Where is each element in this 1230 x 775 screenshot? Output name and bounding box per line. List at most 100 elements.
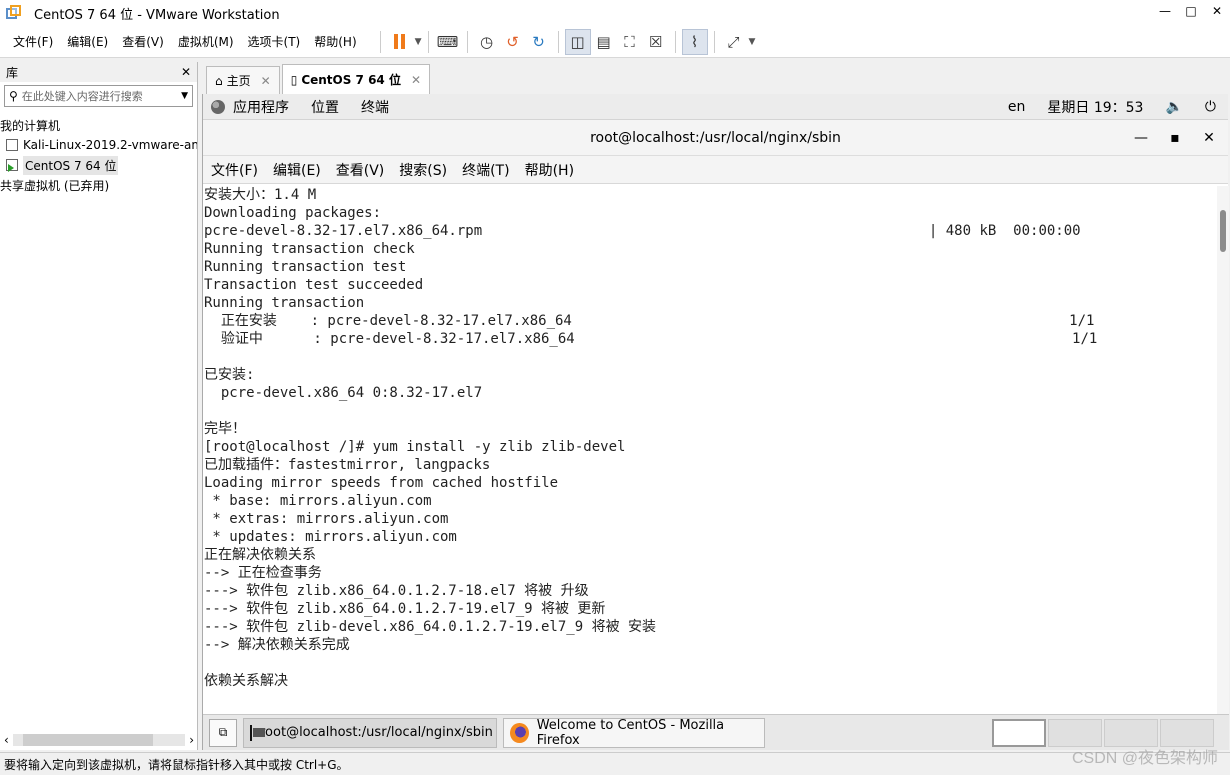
maximize-icon[interactable]: □ <box>1178 0 1204 22</box>
scroll-track[interactable] <box>12 734 186 746</box>
terminal-line: --> 解决依赖关系完成 <box>204 637 350 653</box>
pause-button[interactable] <box>387 29 413 55</box>
vm-tree: 我的计算机 Kali-Linux-2019.2-vmware-am CentOS… <box>0 115 197 195</box>
window-controls: — □ ✕ <box>1152 0 1230 22</box>
places-menu[interactable]: 位置 <box>311 97 339 117</box>
home-icon: ⌂ <box>215 73 223 88</box>
volume-icon[interactable]: 🔈 <box>1165 99 1182 115</box>
tree-item-kali[interactable]: Kali-Linux-2019.2-vmware-am <box>0 135 197 155</box>
tree-item-centos[interactable]: CentOS 7 64 位 <box>0 155 197 175</box>
vm-icon: ▯ <box>290 72 298 87</box>
workspace-3[interactable] <box>1104 719 1158 747</box>
terminal-line: 已安装: <box>204 367 255 383</box>
terminal-output[interactable]: 安装大小：1.4 M Downloading packages: pcre-deve… <box>203 186 1217 714</box>
taskbar-item-firefox[interactable]: Welcome to CentOS - Mozilla Firefox <box>503 717 765 748</box>
full-screen-button[interactable]: ⛶ <box>617 29 643 55</box>
snapshot-icon: ◷ <box>480 32 494 51</box>
terminal-line: Transaction test succeeded <box>204 277 424 293</box>
menu-vm[interactable]: 虚拟机(M) <box>171 33 241 50</box>
menu-view[interactable]: 查看(V) <box>115 33 171 50</box>
workspace-2[interactable] <box>1048 719 1102 747</box>
terminal-icon <box>250 724 265 741</box>
terminal-window-controls: — ▪ ✕ <box>1128 120 1222 156</box>
library-pane: 库 ✕ ⚲ 在此处键入内容进行搜索 ▼ 我的计算机 Kali-Linux-201… <box>0 62 198 750</box>
close-icon[interactable]: ✕ <box>1204 0 1230 22</box>
snapshot-manager-button[interactable]: ↻ <box>526 29 552 55</box>
menu-help[interactable]: 帮助(H) <box>307 33 363 50</box>
send-ctrl-alt-del-button[interactable]: ⌨ <box>435 29 461 55</box>
stretch-icon: ⤢ <box>727 32 740 51</box>
library-header: 库 ✕ <box>0 62 197 82</box>
gnome-foot-icon <box>211 99 225 114</box>
minimize-icon[interactable]: — <box>1152 0 1178 22</box>
show-library-button[interactable]: ◫ <box>564 28 591 55</box>
library-search-input[interactable]: ⚲ 在此处键入内容进行搜索 ▼ <box>4 85 193 107</box>
clock[interactable]: 星期日 19：53 <box>1047 97 1143 117</box>
tab-close-icon[interactable]: ✕ <box>261 74 271 88</box>
tree-item-my-computer[interactable]: 我的计算机 <box>0 115 197 135</box>
terminal-line: [root@localhost /]# yum install -y zlib … <box>204 439 626 455</box>
console-view-button[interactable]: ⌇ <box>681 28 708 55</box>
terminal-line: Running transaction <box>204 295 365 311</box>
vm-console[interactable]: 应用程序 位置 终端 en 星期日 19：53 🔈 ⏻ root@localho… <box>202 94 1229 750</box>
terminal-maximize-icon[interactable]: ▪ <box>1162 130 1188 146</box>
terminal-app-menu[interactable]: 终端 <box>361 97 389 117</box>
firefox-icon <box>510 722 529 743</box>
vmware-logo-icon <box>6 5 22 21</box>
tree-label: Kali-Linux-2019.2-vmware-am <box>23 138 197 152</box>
menu-file[interactable]: 文件(F) <box>6 33 60 50</box>
unity-button[interactable]: ☒ <box>643 29 669 55</box>
terminal-line: 完毕！ <box>204 421 246 437</box>
show-thumbnail-bar-button[interactable]: ▤ <box>591 29 617 55</box>
status-text: 要将输入定向到该虚拟机，请将鼠标指针移入其中或按 Ctrl+G。 <box>4 757 349 772</box>
input-language[interactable]: en <box>1008 99 1026 115</box>
stretch-dropdown-icon[interactable]: ▼ <box>749 37 756 47</box>
terminal-menu-file[interactable]: 文件(F) <box>211 160 258 180</box>
terminal-line: 已加载插件：fastestmirror, langpacks <box>204 457 491 473</box>
taskbar-item-terminal[interactable]: root@localhost:/usr/local/nginx/sbin <box>243 717 497 748</box>
scroll-left-icon[interactable]: ‹ <box>4 733 9 747</box>
terminal-line: Downloading packages: <box>204 205 382 221</box>
menu-tabs[interactable]: 选项卡(T) <box>241 33 308 50</box>
toolbar-separator <box>427 30 429 53</box>
terminal-scroll-thumb[interactable] <box>1220 210 1226 252</box>
terminal-minimize-icon[interactable]: — <box>1128 130 1154 146</box>
scroll-right-icon[interactable]: › <box>189 733 194 747</box>
power-icon[interactable]: ⏻ <box>1205 99 1216 115</box>
running-vm-icon <box>6 159 18 172</box>
show-desktop-button[interactable]: ⧉ <box>209 718 237 747</box>
terminal-close-icon[interactable]: ✕ <box>1196 130 1222 146</box>
menu-edit[interactable]: 编辑(E) <box>60 33 115 50</box>
power-dropdown-icon[interactable]: ▼ <box>415 37 422 47</box>
tab-centos[interactable]: ▯ CentOS 7 64 位 ✕ <box>281 64 431 94</box>
revert-icon: ↺ <box>506 32 519 51</box>
snapshot-manager-icon: ↻ <box>532 32 545 51</box>
tree-item-shared-vms[interactable]: 共享虚拟机 (已弃用) <box>0 175 197 195</box>
workspace-4[interactable] <box>1160 719 1214 747</box>
task-label: Welcome to CentOS - Mozilla Firefox <box>536 717 725 748</box>
terminal-line: 安装大小：1.4 M <box>204 187 317 203</box>
applications-menu[interactable]: 应用程序 <box>233 97 289 117</box>
terminal-menu-view[interactable]: 查看(V) <box>336 160 385 180</box>
take-snapshot-button[interactable]: ◷ <box>474 29 500 55</box>
tab-close-icon[interactable]: ✕ <box>411 73 421 87</box>
console-icon: ⌇ <box>690 32 699 51</box>
show-desktop-icon: ⧉ <box>218 725 228 739</box>
scroll-thumb[interactable] <box>22 734 153 746</box>
revert-snapshot-button[interactable]: ↺ <box>500 29 526 55</box>
workspace-1[interactable] <box>992 719 1046 747</box>
stretch-guest-button[interactable]: ⤢ <box>721 29 747 55</box>
terminal-line: pcre-devel-8.32-17.el7.x86_64.rpm | 480 … <box>204 223 1081 239</box>
terminal-menu-terminal[interactable]: 终端(T) <box>462 160 509 180</box>
terminal-line: 依赖关系解决 <box>204 673 288 689</box>
terminal-menu-help[interactable]: 帮助(H) <box>525 160 574 180</box>
library-horizontal-scrollbar[interactable]: ‹ › <box>4 732 194 748</box>
library-close-icon[interactable]: ✕ <box>181 65 191 79</box>
terminal-scrollbar[interactable] <box>1217 186 1229 714</box>
terminal-menu-search[interactable]: 搜索(S) <box>399 160 447 180</box>
search-dropdown-icon[interactable]: ▼ <box>181 91 188 101</box>
tab-home[interactable]: ⌂ 主页 ✕ <box>206 66 280 94</box>
pause-icon <box>394 34 406 49</box>
terminal-menu-edit[interactable]: 编辑(E) <box>273 160 321 180</box>
